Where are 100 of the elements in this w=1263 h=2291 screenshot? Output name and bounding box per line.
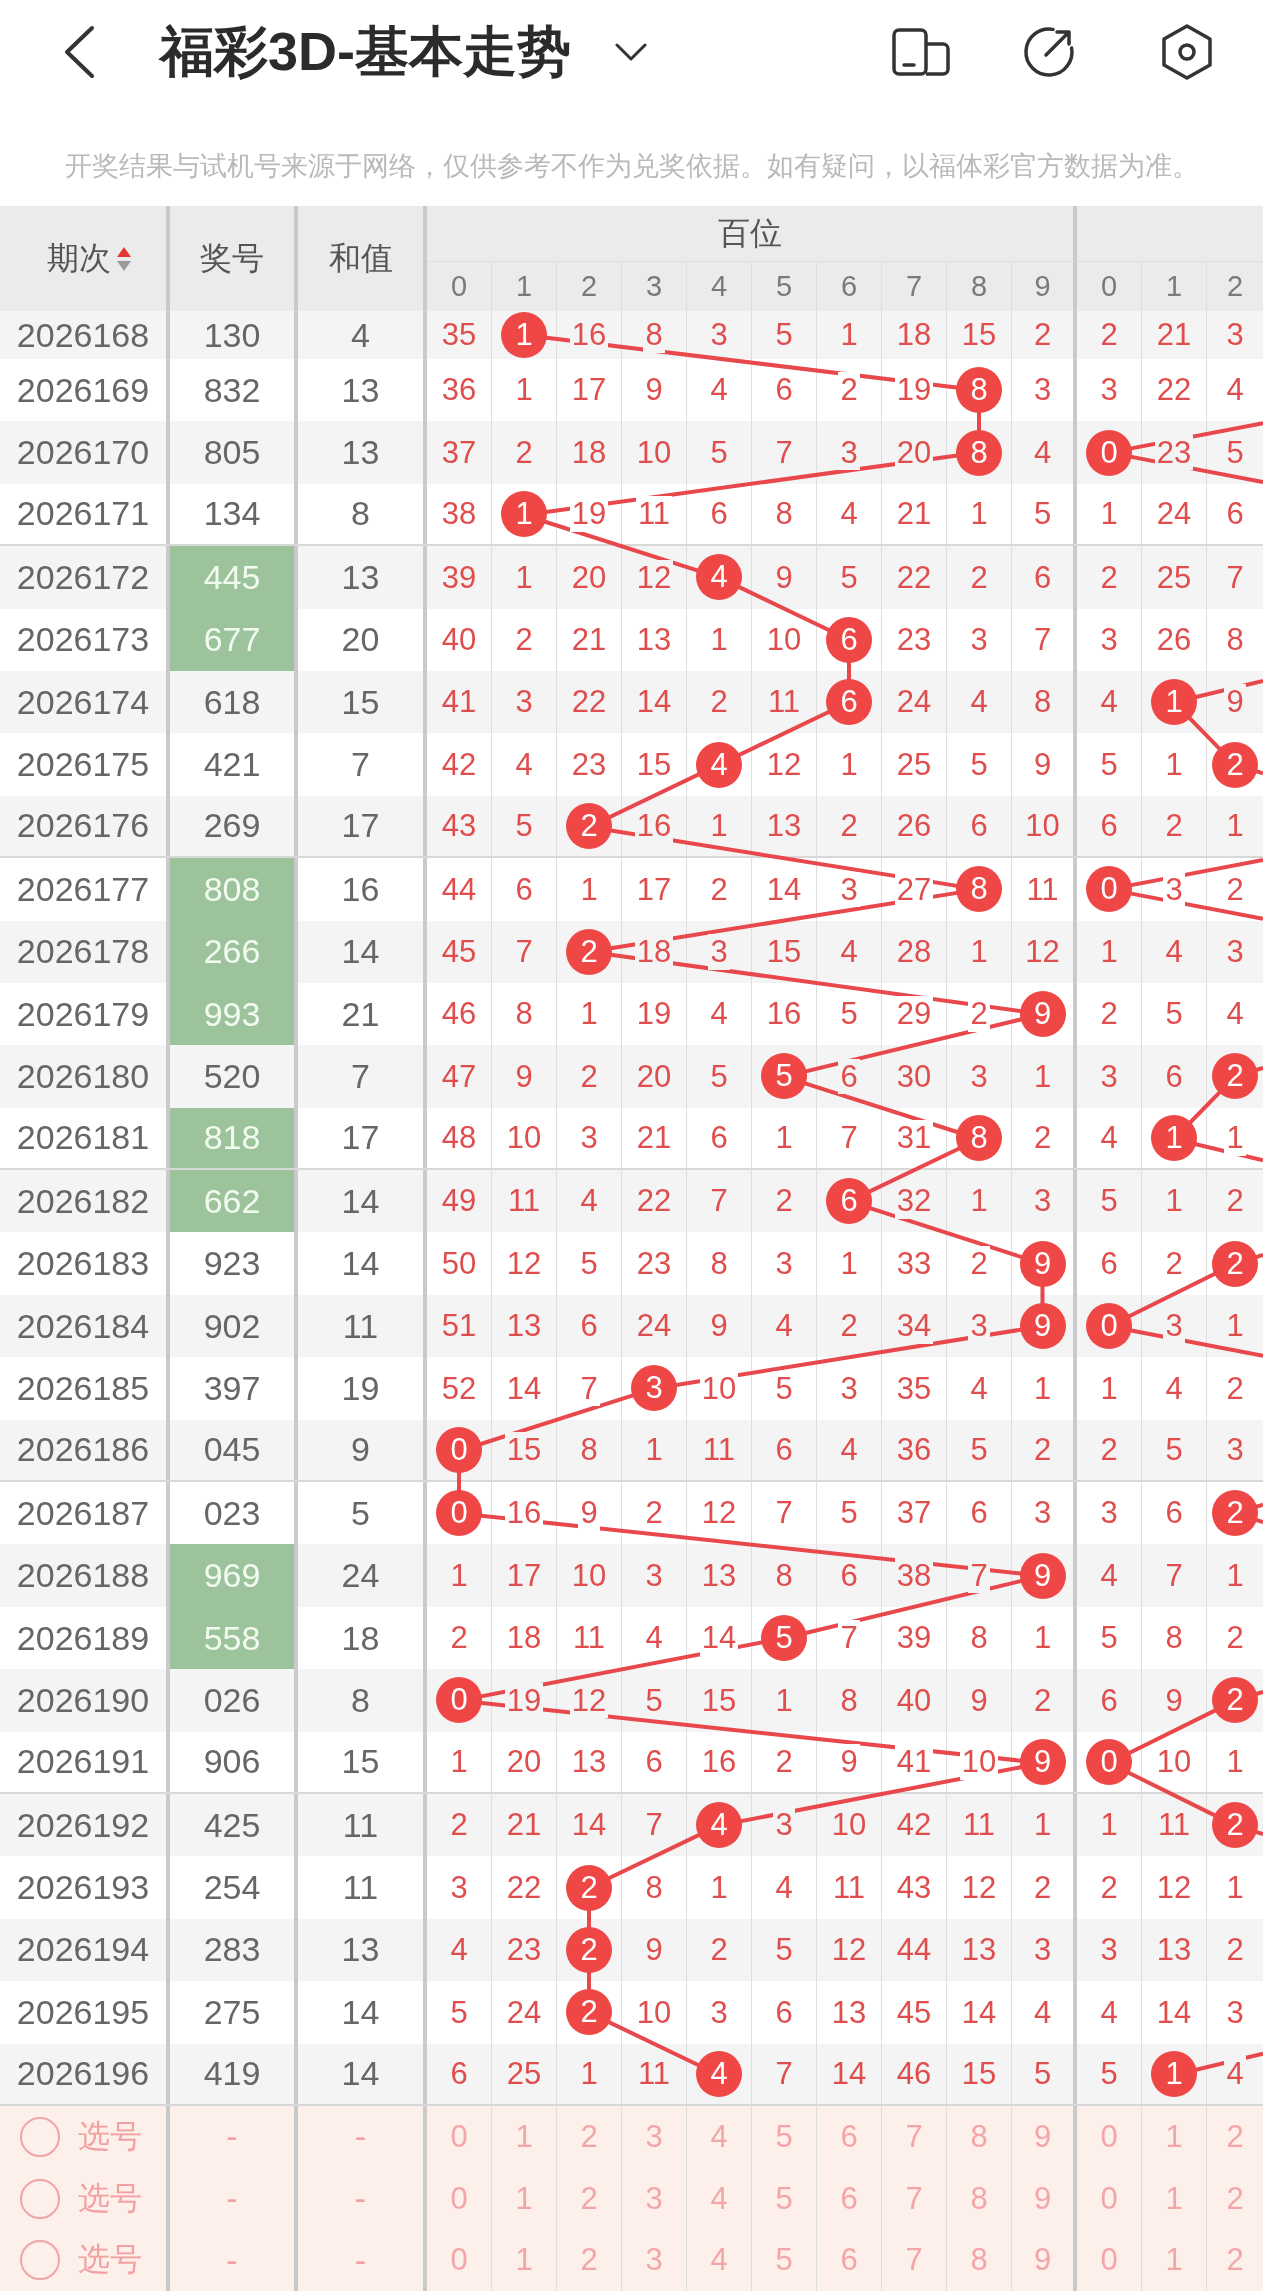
- digit-option[interactable]: 1: [501, 2175, 547, 2222]
- number-ball: 0: [1086, 1738, 1132, 1785]
- number-ball: 2: [1212, 1802, 1258, 1849]
- digit-option[interactable]: 5: [761, 2175, 807, 2222]
- digit-option[interactable]: 1: [1151, 2175, 1197, 2222]
- digit-option[interactable]: 2: [566, 2114, 612, 2160]
- sum-cell: -: [298, 2229, 427, 2291]
- number-ball: 8: [956, 1114, 1002, 1161]
- digit-option[interactable]: 3: [631, 2237, 677, 2284]
- number-ball: 0: [436, 1677, 482, 1724]
- digit-option[interactable]: 6: [826, 2237, 872, 2284]
- miss-count: 3: [708, 933, 730, 970]
- pick-label: 选号: [78, 2117, 142, 2156]
- caret-icon: [615, 43, 647, 61]
- title-dropdown[interactable]: 福彩3D-基本走势: [160, 15, 647, 89]
- miss-count: 6: [838, 1058, 860, 1095]
- devices-icon: [892, 28, 950, 76]
- number-ball: 1: [1151, 1114, 1197, 1161]
- number-cell: 993: [170, 982, 298, 1046]
- number-ball: 0: [1086, 1303, 1132, 1350]
- pick-label: 选号: [78, 2240, 142, 2280]
- number-ball: 4: [696, 554, 742, 601]
- digit-option[interactable]: 5: [761, 2237, 807, 2284]
- digit-option[interactable]: 1: [1151, 2237, 1197, 2284]
- number-ball: 8: [956, 866, 1002, 913]
- number-ball: 8: [956, 429, 1002, 476]
- number-cell: 445: [170, 546, 298, 609]
- miss-count: 23: [1154, 434, 1194, 471]
- digit-option[interactable]: 5: [761, 2114, 807, 2160]
- settings-button[interactable]: [1160, 23, 1214, 81]
- radio-button[interactable]: [20, 2178, 60, 2219]
- digit-option[interactable]: 9: [1019, 2175, 1066, 2222]
- digit-option[interactable]: 0: [436, 2237, 482, 2284]
- number-ball: 2: [1212, 1490, 1258, 1537]
- digit-option[interactable]: 4: [696, 2114, 742, 2160]
- number-ball: 8: [956, 367, 1002, 414]
- number-ball: 0: [1086, 429, 1132, 476]
- number-cell: 558: [170, 1606, 298, 1670]
- digit-option[interactable]: 7: [891, 2114, 937, 2160]
- digit-option[interactable]: 8: [956, 2237, 1002, 2284]
- back-button[interactable]: [62, 25, 96, 79]
- number-ball: 2: [1212, 1240, 1258, 1287]
- digit-option[interactable]: 1: [501, 2237, 547, 2284]
- number-cell: -: [170, 2229, 298, 2291]
- number-ball: 2: [566, 1864, 612, 1911]
- digit-option[interactable]: 8: [956, 2175, 1002, 2222]
- number-cell: 818: [170, 1107, 298, 1169]
- number-ball: 9: [1019, 1738, 1066, 1785]
- digit-option[interactable]: 8: [956, 2114, 1002, 2160]
- number-cell: 808: [170, 858, 298, 921]
- number-ball: 1: [1151, 679, 1197, 726]
- number-ball: 4: [696, 1802, 742, 1849]
- number-ball: 6: [826, 679, 872, 726]
- share-button[interactable]: [1022, 25, 1076, 79]
- number-ball: 2: [566, 802, 612, 849]
- digit-option[interactable]: 2: [1212, 2114, 1258, 2160]
- digit-option[interactable]: 9: [1019, 2237, 1066, 2284]
- number-ball: 3: [631, 1365, 677, 1412]
- number-ball: 2: [1212, 741, 1258, 788]
- number-ball: 1: [1151, 2050, 1197, 2097]
- digit-option[interactable]: 0: [436, 2114, 482, 2160]
- number-ball: 2: [1212, 1677, 1258, 1724]
- radio-button[interactable]: [20, 2240, 60, 2281]
- digit-option[interactable]: 9: [1019, 2114, 1066, 2160]
- number-ball: 0: [436, 1490, 482, 1537]
- digit-option[interactable]: 3: [631, 2175, 677, 2222]
- digit-option[interactable]: 1: [1151, 2114, 1197, 2160]
- digit-option[interactable]: 0: [436, 2175, 482, 2222]
- circle-arrow-icon: [1022, 25, 1076, 79]
- settings-icon: [1160, 23, 1214, 81]
- digit-option[interactable]: 2: [1212, 2237, 1258, 2284]
- number-cell: 266: [170, 920, 298, 983]
- digit-option[interactable]: 7: [891, 2237, 937, 2284]
- number-ball: 6: [826, 1178, 872, 1225]
- number-ball: 5: [761, 1615, 807, 1661]
- digit-option[interactable]: 4: [696, 2175, 742, 2222]
- miss-count: 27: [894, 871, 934, 908]
- digit-option[interactable]: 6: [826, 2175, 872, 2222]
- digit-option[interactable]: 2: [566, 2175, 612, 2222]
- digit-option[interactable]: 4: [696, 2237, 742, 2284]
- number-ball: 9: [1019, 1240, 1066, 1287]
- number-ball: 1: [501, 490, 547, 537]
- digit-option[interactable]: 0: [1086, 2114, 1132, 2160]
- disclaimer-text: 开奖结果与试机号来源于网络，仅供参考不作为兑奖依据。如有疑问，以福体彩官方数据为准。: [63, 150, 1200, 183]
- radio-button[interactable]: [20, 2117, 60, 2157]
- digit-option[interactable]: 2: [566, 2237, 612, 2284]
- number-ball: 1: [501, 312, 547, 358]
- number-ball: 5: [761, 1053, 807, 1100]
- digit-option[interactable]: 6: [826, 2114, 872, 2160]
- digit-option[interactable]: 0: [1086, 2175, 1132, 2222]
- digit-option[interactable]: 2: [1212, 2175, 1258, 2222]
- number-ball: 9: [1019, 1552, 1066, 1599]
- number-ball: 2: [566, 1926, 612, 1973]
- number-cell: 662: [170, 1170, 298, 1233]
- devices-button[interactable]: [892, 28, 950, 76]
- digit-option[interactable]: 1: [501, 2114, 547, 2160]
- number-cell: 969: [170, 1544, 298, 1607]
- digit-option[interactable]: 0: [1086, 2237, 1132, 2284]
- digit-option[interactable]: 7: [891, 2175, 937, 2222]
- digit-option[interactable]: 3: [631, 2114, 677, 2160]
